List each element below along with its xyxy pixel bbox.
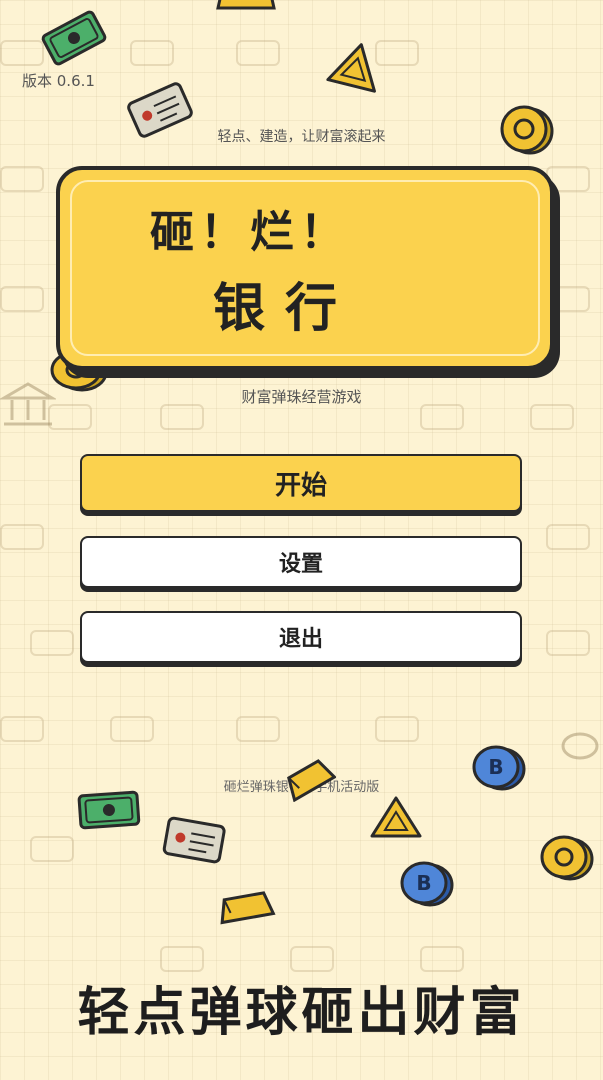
gold-coin-icon — [540, 835, 594, 881]
svg-text:B: B — [488, 755, 503, 779]
exit-button[interactable]: 退出 — [80, 611, 522, 663]
svg-text:B: B — [416, 871, 431, 895]
gold-bar-icon — [216, 0, 276, 10]
triangle-token-icon — [326, 43, 376, 93]
subtitle: 财富弹珠经营游戏 — [241, 388, 362, 406]
version-label: 版本 0.6.1 — [22, 72, 95, 90]
bitcoin-coin-icon: B — [400, 861, 454, 907]
bank-card-icon — [162, 816, 226, 864]
tagline: 轻点、建造，让财富滚起来 — [217, 129, 386, 145]
banknote-icon — [41, 10, 107, 66]
triangle-token-icon — [370, 796, 422, 838]
title-card: 砸！烂！ 银行 — [56, 166, 554, 370]
piggy-bank-icon — [561, 732, 599, 760]
start-button[interactable]: 开始 — [80, 454, 522, 512]
banknote-icon — [77, 790, 141, 830]
gold-bar-icon — [287, 759, 336, 802]
game-title-line2: 银行 — [212, 279, 357, 339]
bitcoin-coin-icon: B — [472, 745, 526, 791]
gold-bar-icon — [220, 891, 276, 925]
settings-button[interactable]: 设置 — [80, 536, 522, 588]
bottom-slogan: 轻点弹球砸出财富 — [77, 983, 526, 1043]
game-title-line1: 砸！烂！ — [150, 207, 350, 258]
